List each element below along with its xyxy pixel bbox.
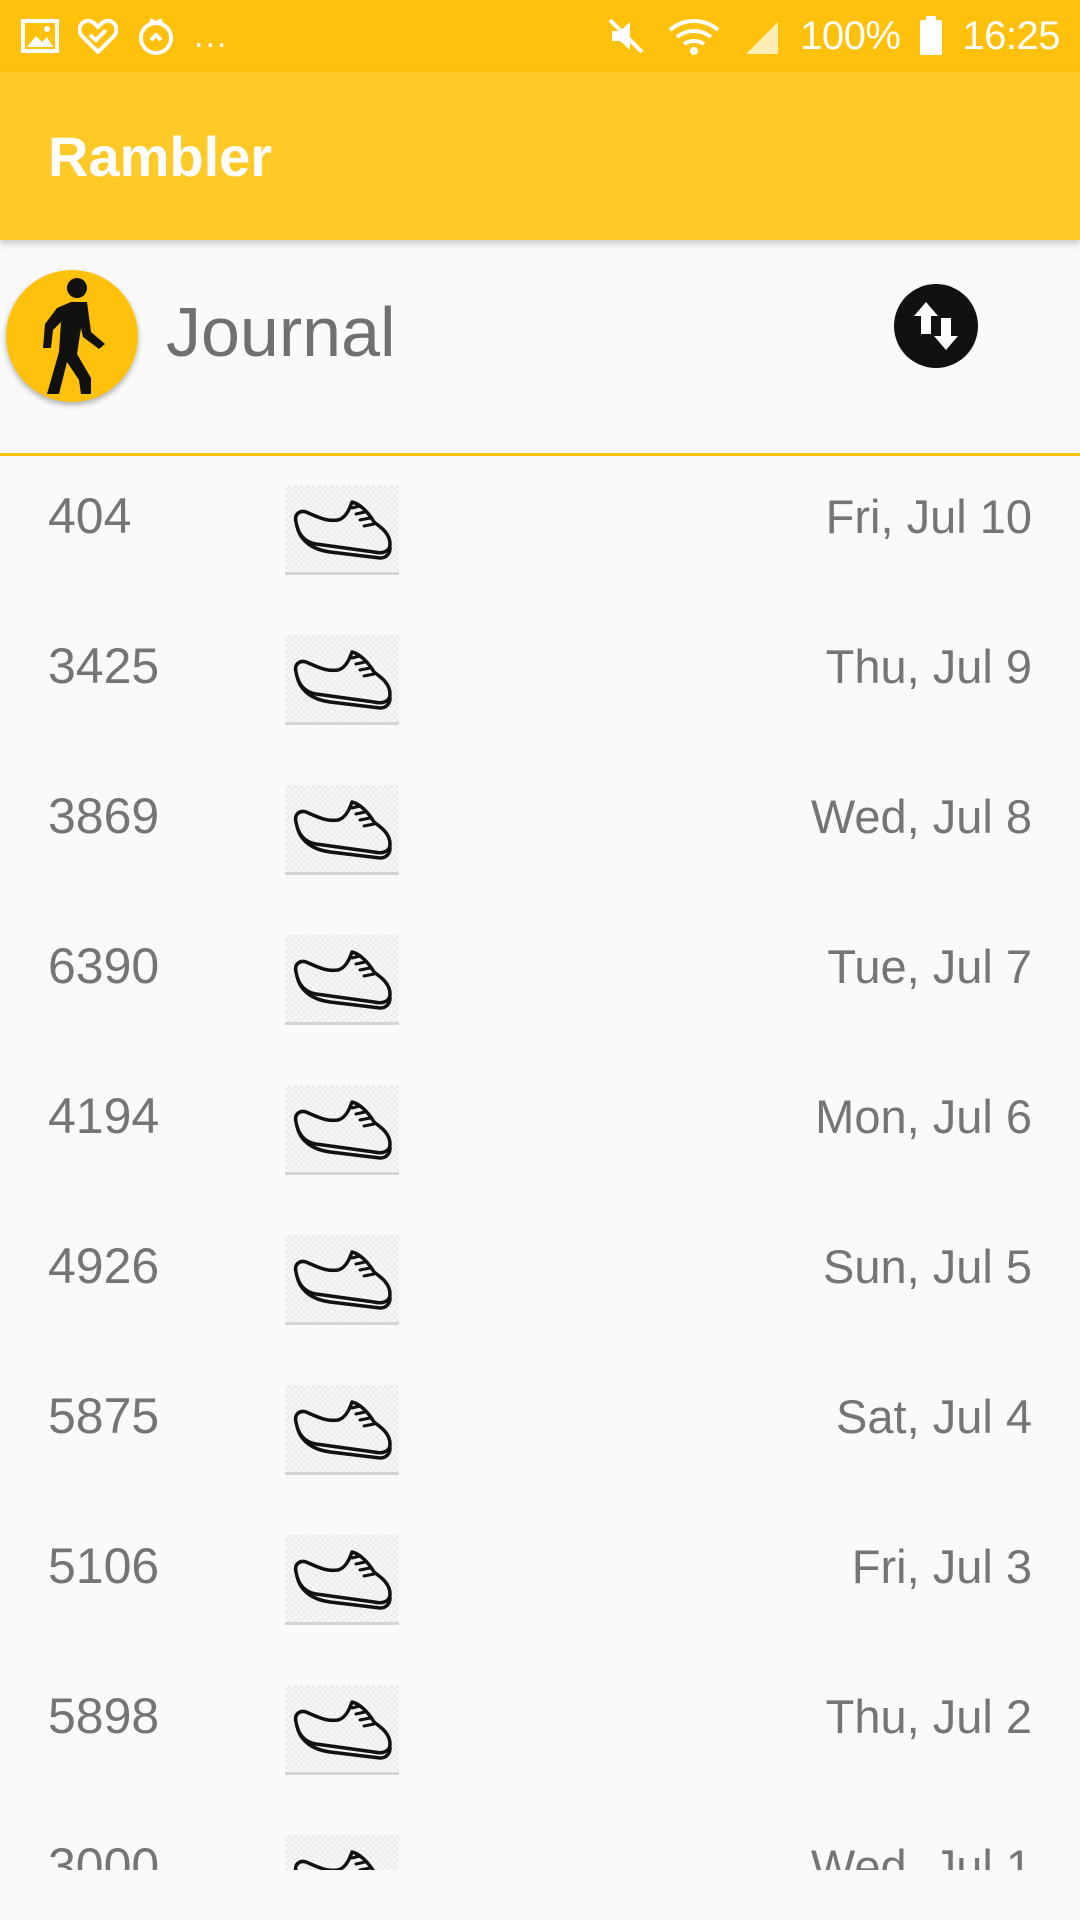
heart-check-icon [78, 16, 118, 56]
shoe-icon [285, 935, 399, 1025]
shoe-icon [285, 1085, 399, 1175]
shoe-icon [285, 1235, 399, 1325]
entry-date: Wed, Jul 1 [810, 1840, 1032, 1870]
shoe-icon [285, 635, 399, 725]
list-item[interactable]: 4926 Sun, Jul 5 [0, 1209, 1080, 1359]
image-icon [20, 16, 60, 56]
entry-date: Sat, Jul 4 [836, 1390, 1032, 1443]
step-count: 4926 [48, 1238, 160, 1294]
entry-date: Sun, Jul 5 [822, 1240, 1032, 1293]
list-item[interactable]: 404 Fri, Jul 10 [0, 459, 1080, 609]
clock: 16:25 [962, 13, 1060, 58]
step-count: 5106 [48, 1538, 160, 1594]
step-count: 4194 [48, 1088, 160, 1144]
list-item[interactable]: 3869 Wed, Jul 8 [0, 759, 1080, 909]
step-count: 3000 [48, 1838, 160, 1870]
shoe-icon [285, 785, 399, 875]
app-bar: Rambler [0, 72, 1080, 240]
entry-date: Thu, Jul 9 [825, 640, 1032, 693]
battery-icon [918, 16, 944, 56]
shoe-icon [285, 1385, 399, 1475]
shoe-icon [285, 485, 399, 575]
list-item[interactable]: 3425 Thu, Jul 9 [0, 609, 1080, 759]
entry-date: Wed, Jul 8 [810, 790, 1032, 843]
battery-percent: 100% [800, 13, 901, 58]
entry-date: Fri, Jul 10 [825, 490, 1032, 543]
step-count: 6390 [48, 938, 160, 994]
list-item[interactable]: 6390 Tue, Jul 7 [0, 909, 1080, 1059]
entry-date: Tue, Jul 7 [827, 940, 1032, 993]
list-item[interactable]: 5875 Sat, Jul 4 [0, 1359, 1080, 1509]
step-count: 3869 [48, 788, 160, 844]
step-count: 404 [48, 488, 132, 544]
status-bar-system: 100% 16:25 [606, 14, 1060, 59]
status-bar: ... 100% 16:25 [0, 0, 1080, 72]
entry-date: Mon, Jul 6 [815, 1090, 1032, 1143]
status-overflow: ... [194, 17, 229, 55]
list-item[interactable]: 3000 Wed, Jul 1 [0, 1809, 1080, 1870]
app-title: Rambler [48, 124, 273, 188]
shoe-icon [285, 1835, 399, 1870]
sort-arrows-icon [914, 302, 958, 350]
walking-person-icon [6, 270, 138, 402]
shoe-icon [285, 1685, 399, 1775]
sort-button[interactable] [894, 284, 978, 368]
step-count: 3425 [48, 638, 160, 694]
shoe-icon [285, 1535, 399, 1625]
signal-icon [742, 16, 782, 56]
mute-icon [606, 16, 646, 56]
journal-list[interactable]: 404 Fri, Jul 10 3425 Thu, Jul 9 3869 Wed, Jul… [0, 459, 1080, 1870]
wifi-icon [664, 16, 724, 56]
status-bar-notifications: ... [20, 16, 228, 56]
step-count: 5875 [48, 1388, 160, 1444]
list-item[interactable]: 5898 Thu, Jul 2 [0, 1659, 1080, 1809]
sync-icon [136, 16, 176, 56]
list-item[interactable]: 5106 Fri, Jul 3 [0, 1509, 1080, 1659]
page-title: Journal [166, 293, 396, 371]
entry-date: Thu, Jul 2 [825, 1690, 1032, 1743]
list-item[interactable]: 4194 Mon, Jul 6 [0, 1059, 1080, 1209]
step-count: 5898 [48, 1688, 160, 1744]
entry-date: Fri, Jul 3 [851, 1540, 1032, 1593]
